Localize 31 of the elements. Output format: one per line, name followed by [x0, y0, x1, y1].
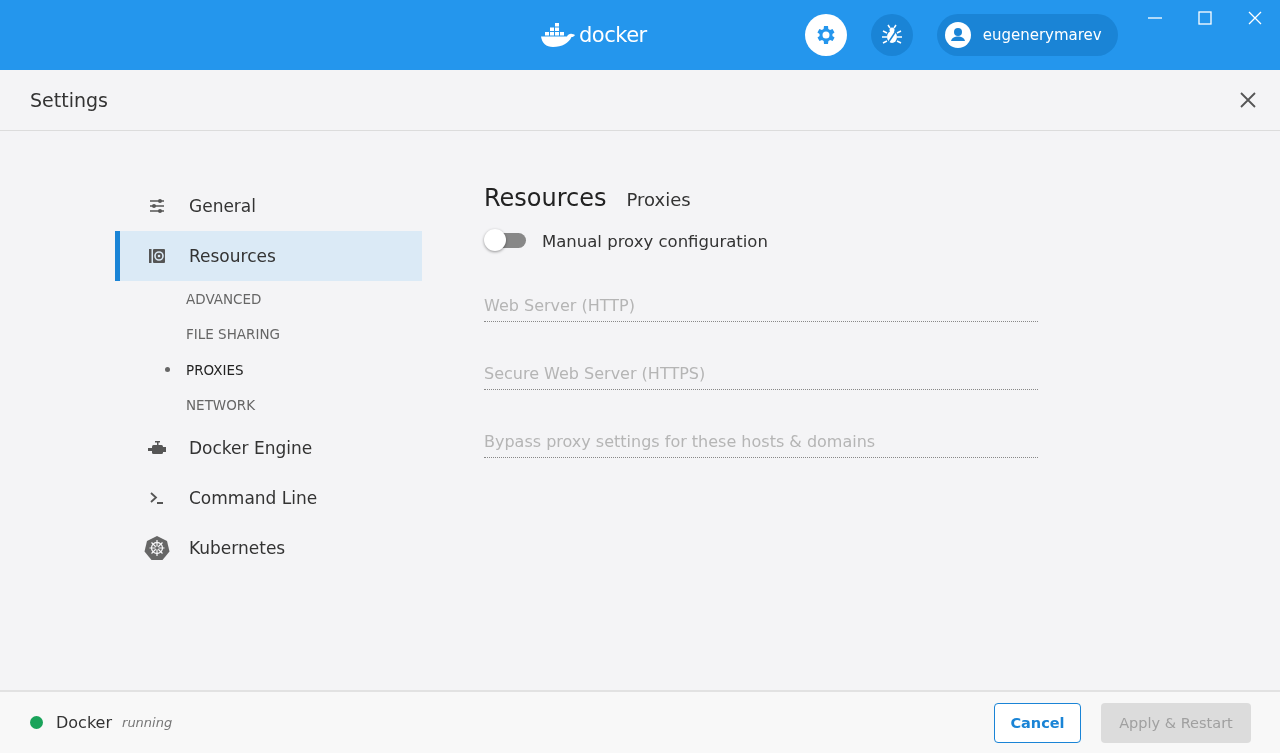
user-account-button[interactable]: eugenerymarev — [936, 14, 1118, 56]
footer-button[interactable]: Cancel — [994, 702, 1081, 743]
toggle-label: Manual proxy configuration — [542, 231, 768, 251]
sidebar-subitem[interactable]: FILE SHARING — [115, 316, 422, 352]
status-text: running — [122, 715, 173, 730]
bug-icon — [879, 23, 904, 47]
close-icon — [1248, 11, 1262, 25]
close-icon — [1240, 92, 1256, 108]
sidebar-item[interactable]: Kubernetes — [115, 523, 422, 573]
sidebar-subitem[interactable]: ADVANCED — [115, 281, 422, 317]
user-avatar-icon — [944, 22, 971, 48]
status-name: Docker — [56, 713, 113, 732]
bug-button[interactable] — [870, 14, 913, 56]
settings-title: Settings — [30, 89, 108, 111]
sidebar-item[interactable]: Resources — [115, 231, 422, 281]
sidebar-subitem[interactable]: NETWORK — [115, 387, 422, 423]
maximize-icon — [1198, 11, 1212, 25]
helm-wheel-icon — [144, 535, 170, 561]
settings-button[interactable] — [804, 14, 847, 56]
logo-text: docker — [579, 23, 647, 47]
sidebar-item[interactable]: Command Line — [115, 473, 422, 523]
sidebar-item[interactable]: General — [115, 181, 422, 231]
sidebar-subitem[interactable]: PROXIES — [115, 352, 422, 388]
input-field[interactable]: Bypass proxy settings for these hosts & domains — [484, 426, 1038, 458]
input-field[interactable]: Web Server (HTTP) — [484, 290, 1038, 322]
section-subtitle: Proxies — [626, 189, 691, 210]
input-field[interactable]: Secure Web Server (HTTPS) — [484, 358, 1038, 390]
sidebar-item[interactable]: Docker Engine — [115, 423, 422, 473]
whale-logo-icon — [540, 23, 576, 47]
close-settings-button[interactable] — [1240, 92, 1256, 108]
section-title: Resources — [484, 184, 607, 212]
